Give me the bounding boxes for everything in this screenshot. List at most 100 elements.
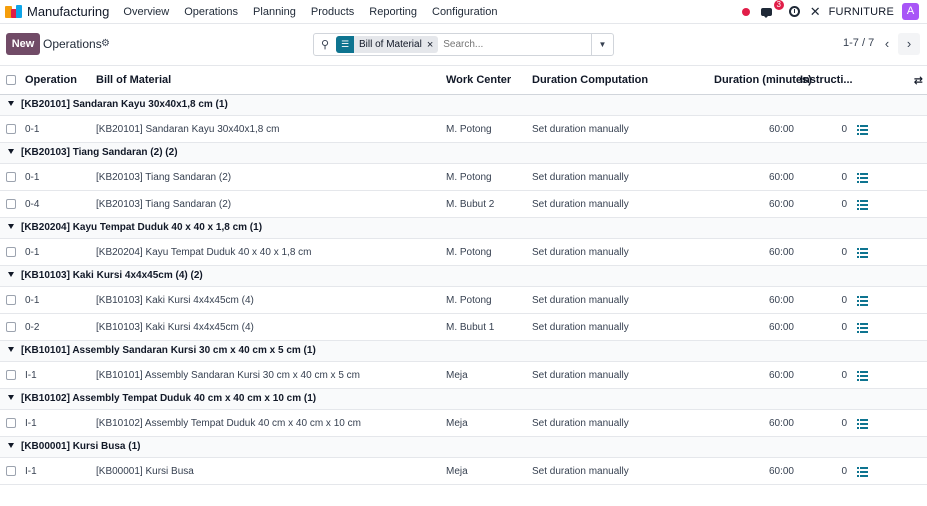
table-row[interactable]: 0-1 [KB20204] Kayu Tempat Duduk 40 x 40 x… bbox=[0, 239, 927, 266]
pager-next-button[interactable]: › bbox=[898, 33, 920, 55]
cell-instructions: 0 bbox=[841, 466, 847, 477]
menu-planning[interactable]: Planning bbox=[253, 6, 296, 18]
table-row[interactable]: 0-1 [KB10103] Kaki Kursi 4x4x45cm (4) M. P… bbox=[0, 287, 927, 314]
cell-duration: 60:00 bbox=[768, 247, 794, 258]
group-header[interactable]: [KB00001] Kursi Busa (1) bbox=[0, 437, 927, 458]
header-bom[interactable]: Bill of Material bbox=[96, 74, 171, 86]
row-checkbox[interactable] bbox=[6, 418, 16, 428]
cell-work-center: M. Potong bbox=[446, 295, 492, 306]
cell-duration: 60:00 bbox=[768, 418, 794, 429]
tools-icon[interactable]: ✕ bbox=[810, 4, 821, 20]
group-label: [KB20103] Tiang Sandaran (2) (2) bbox=[21, 147, 178, 158]
table-row[interactable]: I-1 [KB10102] Assembly Tempat Duduk 40 cm… bbox=[0, 410, 927, 437]
operations-list: Operation Bill of Material Work Center D… bbox=[0, 67, 927, 485]
list-icon[interactable] bbox=[857, 248, 868, 260]
cell-bom: [KB00001] Kursi Busa bbox=[96, 466, 194, 477]
cell-instructions: 0 bbox=[841, 172, 847, 183]
row-checkbox[interactable] bbox=[6, 322, 16, 332]
table-row[interactable]: 0-1 [KB20103] Tiang Sandaran (2) M. Potong… bbox=[0, 164, 927, 191]
cell-duration-computation: Set duration manually bbox=[532, 370, 629, 381]
row-checkbox[interactable] bbox=[6, 370, 16, 380]
row-checkbox[interactable] bbox=[6, 247, 16, 257]
search-bar: ⚲ ☰ Bill of Material × ▼ bbox=[313, 33, 614, 56]
cell-bom: [KB10101] Assembly Sandaran Kursi 30 cm … bbox=[96, 370, 361, 381]
cell-operation: I-1 bbox=[25, 466, 37, 477]
group-header[interactable]: [KB10102] Assembly Tempat Duduk 40 cm x … bbox=[0, 389, 927, 410]
optional-columns-icon[interactable]: ⇄ bbox=[914, 74, 923, 87]
new-button[interactable]: New bbox=[6, 33, 40, 55]
header-work-center[interactable]: Work Center bbox=[446, 74, 511, 86]
group-header[interactable]: [KB10101] Assembly Sandaran Kursi 30 cm … bbox=[0, 341, 927, 362]
caret-down-icon[interactable] bbox=[8, 224, 14, 229]
cell-duration-computation: Set duration manually bbox=[532, 172, 629, 183]
gear-icon[interactable]: ⚙ bbox=[101, 38, 110, 49]
cell-duration: 60:00 bbox=[768, 370, 794, 381]
cell-operation: I-1 bbox=[25, 370, 37, 381]
select-all-checkbox[interactable] bbox=[6, 75, 16, 85]
row-checkbox[interactable] bbox=[6, 199, 16, 209]
pager-prev-button[interactable]: ‹ bbox=[876, 33, 898, 55]
list-icon[interactable] bbox=[857, 200, 868, 212]
table-row[interactable]: I-1 [KB00001] Kursi Busa Meja Set duration … bbox=[0, 458, 927, 485]
header-instructions[interactable]: Instructi... bbox=[800, 74, 853, 86]
cell-duration-computation: Set duration manually bbox=[532, 199, 629, 210]
row-checkbox[interactable] bbox=[6, 295, 16, 305]
header-operation[interactable]: Operation bbox=[25, 74, 77, 86]
menu-overview[interactable]: Overview bbox=[123, 6, 169, 18]
search-icon[interactable]: ⚲ bbox=[314, 38, 336, 51]
list-icon[interactable] bbox=[857, 125, 868, 137]
status-dot-icon[interactable] bbox=[741, 7, 750, 16]
clock-icon[interactable] bbox=[788, 6, 800, 17]
cell-duration-computation: Set duration manually bbox=[532, 418, 629, 429]
manufacturing-app-icon[interactable] bbox=[5, 3, 23, 21]
row-checkbox[interactable] bbox=[6, 466, 16, 476]
cell-instructions: 0 bbox=[841, 247, 847, 258]
group-header[interactable]: [KB20101] Sandaran Kayu 30x40x1,8 cm (1) bbox=[0, 95, 927, 116]
list-icon[interactable] bbox=[857, 296, 868, 308]
top-navbar: Manufacturing Overview Operations Planni… bbox=[0, 0, 927, 24]
menu-operations[interactable]: Operations bbox=[184, 6, 238, 18]
caret-down-icon[interactable] bbox=[8, 272, 14, 277]
app-name[interactable]: Manufacturing bbox=[27, 4, 109, 19]
menu-configuration[interactable]: Configuration bbox=[432, 6, 497, 18]
group-label: [KB00001] Kursi Busa (1) bbox=[21, 441, 141, 452]
header-duration[interactable]: Duration (minutes) bbox=[714, 74, 812, 86]
chat-icon[interactable]: 3 bbox=[760, 0, 784, 18]
list-icon[interactable] bbox=[857, 323, 868, 335]
remove-facet-icon[interactable]: × bbox=[427, 39, 438, 51]
caret-down-icon[interactable] bbox=[8, 149, 14, 154]
user-avatar[interactable]: A bbox=[902, 3, 919, 20]
group-header[interactable]: [KB20103] Tiang Sandaran (2) (2) bbox=[0, 143, 927, 164]
table-row[interactable]: 0-2 [KB10103] Kaki Kursi 4x4x45cm (4) M. B… bbox=[0, 314, 927, 341]
row-checkbox[interactable] bbox=[6, 172, 16, 182]
navbar-systray: 3 ✕ FURNITURE A bbox=[741, 0, 927, 23]
group-header[interactable]: [KB10103] Kaki Kursi 4x4x45cm (4) (2) bbox=[0, 266, 927, 287]
chat-count-badge: 3 bbox=[773, 0, 784, 10]
cell-bom: [KB10103] Kaki Kursi 4x4x45cm (4) bbox=[96, 322, 254, 333]
cell-operation: 0-1 bbox=[25, 172, 40, 183]
group-label: [KB10101] Assembly Sandaran Kursi 30 cm … bbox=[21, 345, 316, 356]
caret-down-icon[interactable] bbox=[8, 395, 14, 400]
list-icon[interactable] bbox=[857, 371, 868, 383]
caret-down-icon[interactable] bbox=[8, 347, 14, 352]
group-label: [KB10102] Assembly Tempat Duduk 40 cm x … bbox=[21, 393, 317, 404]
list-icon[interactable] bbox=[857, 467, 868, 479]
search-input[interactable] bbox=[443, 39, 584, 50]
menu-products[interactable]: Products bbox=[311, 6, 354, 18]
table-row[interactable]: I-1 [KB10101] Assembly Sandaran Kursi 30 … bbox=[0, 362, 927, 389]
caret-down-icon[interactable] bbox=[8, 101, 14, 106]
list-icon[interactable] bbox=[857, 173, 868, 185]
chevron-down-icon[interactable]: ▼ bbox=[591, 34, 613, 55]
company-switcher[interactable]: FURNITURE bbox=[829, 6, 894, 18]
pager-value[interactable]: 1-7 / 7 bbox=[843, 37, 874, 49]
table-row[interactable]: 0-4 [KB20103] Tiang Sandaran (2) M. Bubut … bbox=[0, 191, 927, 218]
header-duration-computation[interactable]: Duration Computation bbox=[532, 74, 648, 86]
cell-instructions: 0 bbox=[841, 199, 847, 210]
menu-reporting[interactable]: Reporting bbox=[369, 6, 417, 18]
list-icon[interactable] bbox=[857, 419, 868, 431]
table-row[interactable]: 0-1 [KB20101] Sandaran Kayu 30x40x1,8 cm M… bbox=[0, 116, 927, 143]
cell-work-center: Meja bbox=[446, 418, 468, 429]
group-header[interactable]: [KB20204] Kayu Tempat Duduk 40 x 40 x 1,… bbox=[0, 218, 927, 239]
caret-down-icon[interactable] bbox=[8, 443, 14, 448]
row-checkbox[interactable] bbox=[6, 124, 16, 134]
